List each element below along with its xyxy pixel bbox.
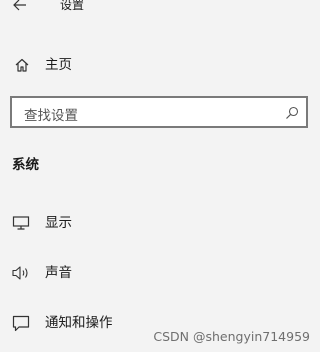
watermark-text: CSDN @shengyin714959	[153, 329, 310, 344]
nav-item-label: 声音	[45, 265, 72, 281]
nav-item-label: 通知和操作	[45, 315, 113, 331]
home-link[interactable]: 主页	[0, 50, 320, 80]
back-button[interactable]	[8, 0, 32, 14]
title-bar: 设置	[0, 0, 320, 18]
home-icon	[13, 56, 31, 74]
nav-item-label: 显示	[45, 215, 72, 231]
home-label: 主页	[45, 57, 72, 73]
search-placeholder: 查找设置	[24, 108, 78, 124]
notification-icon	[11, 314, 31, 332]
back-arrow-icon	[13, 0, 26, 11]
section-title-system: 系统	[12, 157, 39, 173]
monitor-icon	[11, 214, 31, 232]
nav-item-sound[interactable]: 声音	[0, 258, 320, 288]
search-input[interactable]: 查找设置	[10, 96, 308, 128]
search-icon[interactable]	[284, 105, 300, 121]
app-title: 设置	[60, 0, 85, 12]
speaker-icon	[10, 264, 32, 282]
settings-window: 设置 主页 查找设置 系统 显示 声音 通知和操作 CSDN @shengyin…	[0, 0, 320, 352]
nav-item-display[interactable]: 显示	[0, 208, 320, 238]
